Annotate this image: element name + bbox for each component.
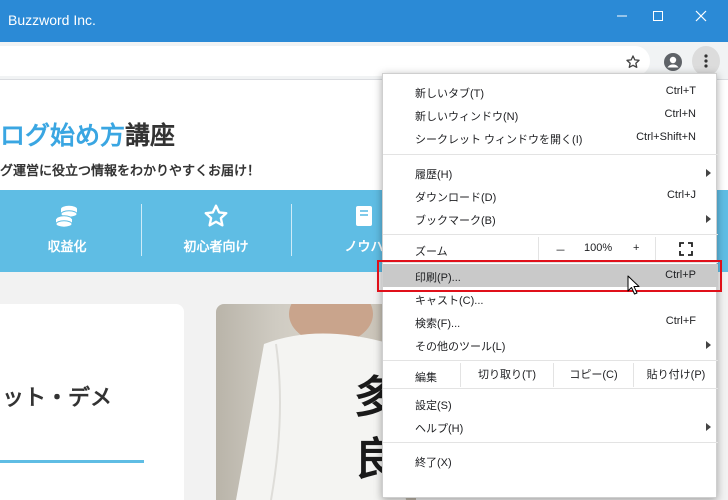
zoom-out-button[interactable]: － [555, 242, 566, 258]
article-underline [0, 460, 144, 463]
window-title: Buzzword Inc. [8, 12, 96, 28]
zoom-level: 100% [584, 242, 613, 254]
menu-item-find[interactable]: 検索(F)... Ctrl+F [383, 310, 718, 333]
zoom-label: ズーム [415, 246, 448, 258]
mouse-cursor-icon [627, 275, 641, 299]
menu-item-history[interactable]: 履歴(H) [383, 161, 718, 184]
menu-separator [383, 388, 718, 389]
site-title[interactable]: ログ始め方講座 [0, 116, 175, 152]
paste-button[interactable]: 貼り付け(P) [633, 363, 718, 387]
menu-item-downloads[interactable]: ダウンロード(D) Ctrl+J [383, 184, 718, 207]
edit-label: 編集 [415, 372, 437, 384]
category-monetize[interactable]: 収益化 [0, 202, 137, 262]
copy-button[interactable]: コピー(C) [553, 363, 633, 387]
menu-item-more-tools[interactable]: その他のツール(L) [383, 333, 718, 356]
menu-separator [383, 154, 718, 155]
article-title: ット・デメ [2, 385, 113, 410]
submenu-arrow-icon [706, 341, 711, 349]
coins-icon [0, 202, 137, 230]
highlight-box [377, 260, 722, 292]
menu-item-exit[interactable]: 終了(X) [383, 449, 718, 472]
category-divider [141, 204, 142, 256]
submenu-arrow-icon [706, 169, 711, 177]
profile-icon[interactable] [662, 51, 684, 73]
menu-separator [383, 442, 718, 443]
menu-item-new-tab[interactable]: 新しいタブ(T) Ctrl+T [383, 80, 718, 103]
star-outline-icon [146, 202, 286, 230]
menu-zoom-row: ズーム － 100% + [383, 237, 718, 261]
menu-item-settings[interactable]: 設定(S) [383, 392, 718, 415]
title-bar: Buzzword Inc. [0, 0, 728, 42]
address-bar[interactable] [0, 46, 650, 76]
menu-item-incognito[interactable]: シークレット ウィンドウを開く(I) Ctrl+Shift+N [383, 126, 718, 149]
submenu-arrow-icon [706, 215, 711, 223]
category-divider [291, 204, 292, 256]
zoom-controls: － 100% + [538, 237, 656, 261]
menu-item-help[interactable]: ヘルプ(H) [383, 415, 718, 438]
article-card[interactable]: ット・デメ [0, 304, 184, 500]
browser-window: Buzzword Inc. ログ始め方講座 グ運営に役立つ情報をわかりやすくお届 [0, 0, 728, 500]
zoom-in-button[interactable]: + [633, 242, 639, 254]
cut-button[interactable]: 切り取り(T) [460, 363, 553, 387]
fullscreen-icon[interactable] [679, 242, 693, 256]
kebab-menu-icon[interactable] [692, 46, 720, 76]
menu-item-new-window[interactable]: 新しいウィンドウ(N) Ctrl+N [383, 103, 718, 126]
menu-item-bookmarks[interactable]: ブックマーク(B) [383, 207, 718, 230]
category-beginner[interactable]: 初心者向け [146, 202, 286, 262]
maximize-icon[interactable] [641, 4, 675, 28]
star-icon[interactable] [622, 51, 644, 73]
site-tagline: グ運営に役立つ情報をわかりやすくお届け！ [0, 163, 261, 178]
menu-separator [383, 360, 718, 361]
close-icon[interactable] [684, 4, 718, 28]
menu-edit-row: 編集 切り取り(T) コピー(C) 貼り付け(P) [383, 363, 718, 387]
minimize-icon[interactable] [605, 4, 639, 28]
menu-separator [383, 234, 718, 235]
submenu-arrow-icon [706, 423, 711, 431]
